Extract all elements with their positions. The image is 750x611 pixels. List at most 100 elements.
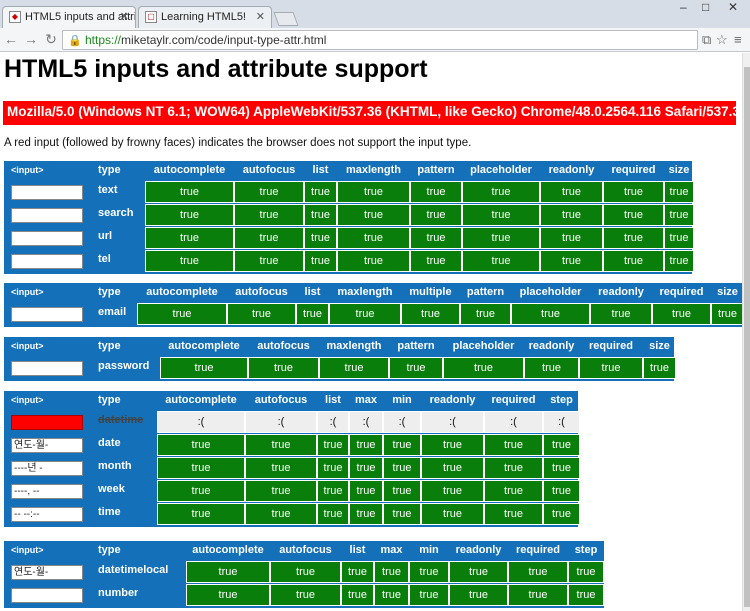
support-cell: true bbox=[337, 250, 410, 272]
attribute-header: min bbox=[392, 394, 412, 406]
support-cell: true bbox=[543, 503, 580, 525]
attribute-header: size bbox=[649, 340, 670, 352]
support-cell: :( bbox=[383, 411, 421, 433]
input-date-field[interactable]: 연도-월- bbox=[11, 438, 83, 453]
input-group-table: <input> type autocomplete autofocus list maxl… bbox=[4, 161, 694, 274]
support-cell: true bbox=[145, 250, 234, 272]
attribute-header: size bbox=[717, 286, 738, 298]
page-favicon-icon: ▢ bbox=[145, 11, 157, 23]
support-cell: true bbox=[304, 181, 337, 203]
close-tab-icon[interactable]: ✕ bbox=[120, 10, 129, 23]
support-cell: true bbox=[341, 584, 374, 606]
minimize-icon[interactable]: – bbox=[680, 0, 687, 14]
address-bar[interactable]: 🔒 https://miketaylr.com/code/input-type-… bbox=[62, 30, 698, 50]
support-cell: true bbox=[462, 181, 540, 203]
support-cell: true bbox=[410, 227, 462, 249]
support-cell: :( bbox=[543, 411, 580, 433]
new-tab-button[interactable] bbox=[273, 12, 299, 26]
input-group-table: <input> type autocomplete autofocus list maxl… bbox=[4, 283, 742, 327]
input-time-field[interactable]: -- --:-- bbox=[11, 507, 83, 522]
support-cell: true bbox=[245, 457, 317, 479]
support-cell: true bbox=[449, 584, 508, 606]
support-cell: true bbox=[145, 227, 234, 249]
attribute-header: autofocus bbox=[235, 286, 288, 298]
close-window-icon[interactable]: ✕ bbox=[728, 0, 738, 14]
support-cell: true bbox=[421, 434, 484, 456]
attribute-header: placeholder bbox=[470, 164, 532, 176]
support-cell: true bbox=[341, 561, 374, 583]
maximize-icon[interactable]: □ bbox=[702, 0, 709, 14]
support-cell: true bbox=[603, 204, 664, 226]
support-cell: true bbox=[421, 480, 484, 502]
support-cell: true bbox=[590, 303, 652, 325]
support-cell: true bbox=[349, 434, 383, 456]
support-cell: true bbox=[337, 204, 410, 226]
input-url-field[interactable] bbox=[11, 231, 83, 246]
attribute-header: max bbox=[354, 394, 378, 406]
user-agent-banner: Mozilla/5.0 (Windows NT 6.1; WOW64) Appl… bbox=[3, 101, 736, 125]
tab-label: Learning HTML5! bbox=[161, 11, 246, 23]
scrollbar-thumb[interactable] bbox=[744, 67, 750, 607]
input-number-field[interactable] bbox=[11, 588, 83, 603]
attribute-header: maxlength bbox=[337, 286, 393, 298]
support-cell: true bbox=[421, 503, 484, 525]
type-name-email: email bbox=[98, 306, 127, 318]
attribute-header: autofocus bbox=[242, 164, 296, 176]
support-cell: :( bbox=[349, 411, 383, 433]
support-cell: true bbox=[540, 227, 603, 249]
page-title: HTML5 inputs and attribute support bbox=[4, 55, 428, 83]
input-tel-field[interactable] bbox=[11, 254, 83, 269]
input-group-table: <input> type autocomplete autofocus maxlengt… bbox=[4, 337, 676, 381]
support-cell: true bbox=[410, 250, 462, 272]
support-cell: true bbox=[460, 303, 511, 325]
tab-html5-inputs[interactable]: ◆ HTML5 inputs and attribu ✕ bbox=[2, 6, 136, 28]
support-cell: true bbox=[462, 204, 540, 226]
support-cell: true bbox=[664, 204, 694, 226]
support-cell: true bbox=[157, 503, 245, 525]
input-datetime-field[interactable] bbox=[11, 415, 83, 430]
support-cell: true bbox=[664, 250, 694, 272]
input-search-field[interactable] bbox=[11, 208, 83, 223]
support-cell: true bbox=[383, 503, 421, 525]
attribute-header: list bbox=[349, 544, 366, 556]
attribute-header: required bbox=[588, 340, 633, 352]
attribute-header: placeholder bbox=[452, 340, 515, 352]
support-cell: :( bbox=[245, 411, 317, 433]
input-group-table: <input> type autocomplete autofocus list max m… bbox=[4, 541, 604, 608]
attribute-header: size bbox=[668, 164, 690, 176]
support-cell: true bbox=[304, 227, 337, 249]
back-icon[interactable]: ← bbox=[2, 30, 20, 48]
input-week-field[interactable]: ----, -- bbox=[11, 484, 83, 499]
input-month-field[interactable]: ----년 - bbox=[11, 461, 83, 476]
attribute-header: required bbox=[515, 544, 560, 556]
support-cell: true bbox=[245, 480, 317, 502]
menu-icon[interactable]: ≡ bbox=[734, 32, 742, 47]
type-name-text: text bbox=[98, 184, 118, 196]
support-cell: true bbox=[160, 357, 248, 379]
attribute-header: pattern bbox=[466, 286, 505, 298]
support-cell: true bbox=[317, 434, 349, 456]
bookmark-star-icon[interactable]: ☆ bbox=[716, 32, 728, 48]
input-password-field[interactable] bbox=[11, 361, 83, 376]
support-cell: true bbox=[508, 561, 568, 583]
input-datetimelocal-field[interactable]: 연도-월- bbox=[11, 565, 83, 580]
type-name-week: week bbox=[98, 483, 125, 495]
page-content: HTML5 inputs and attribute support Mozil… bbox=[0, 53, 742, 611]
input-email-field[interactable] bbox=[11, 307, 83, 322]
attribute-header: pattern bbox=[397, 340, 435, 352]
forward-icon[interactable]: → bbox=[22, 30, 40, 48]
vertical-scrollbar[interactable] bbox=[742, 53, 750, 611]
type-column-header: type bbox=[98, 544, 121, 556]
translate-icon[interactable]: ⧉ bbox=[702, 32, 711, 48]
input-text-field[interactable] bbox=[11, 185, 83, 200]
reload-icon[interactable]: ↻ bbox=[42, 30, 60, 48]
attribute-header: maxlength bbox=[345, 164, 401, 176]
type-column-header: type bbox=[98, 286, 121, 298]
support-cell: true bbox=[157, 480, 245, 502]
support-cell: true bbox=[543, 457, 580, 479]
tab-learning-html5[interactable]: ▢ Learning HTML5! ✕ bbox=[138, 6, 272, 28]
support-cell: true bbox=[389, 357, 443, 379]
close-tab-icon[interactable]: ✕ bbox=[256, 10, 265, 23]
support-cell: true bbox=[349, 457, 383, 479]
support-cell: true bbox=[248, 357, 319, 379]
